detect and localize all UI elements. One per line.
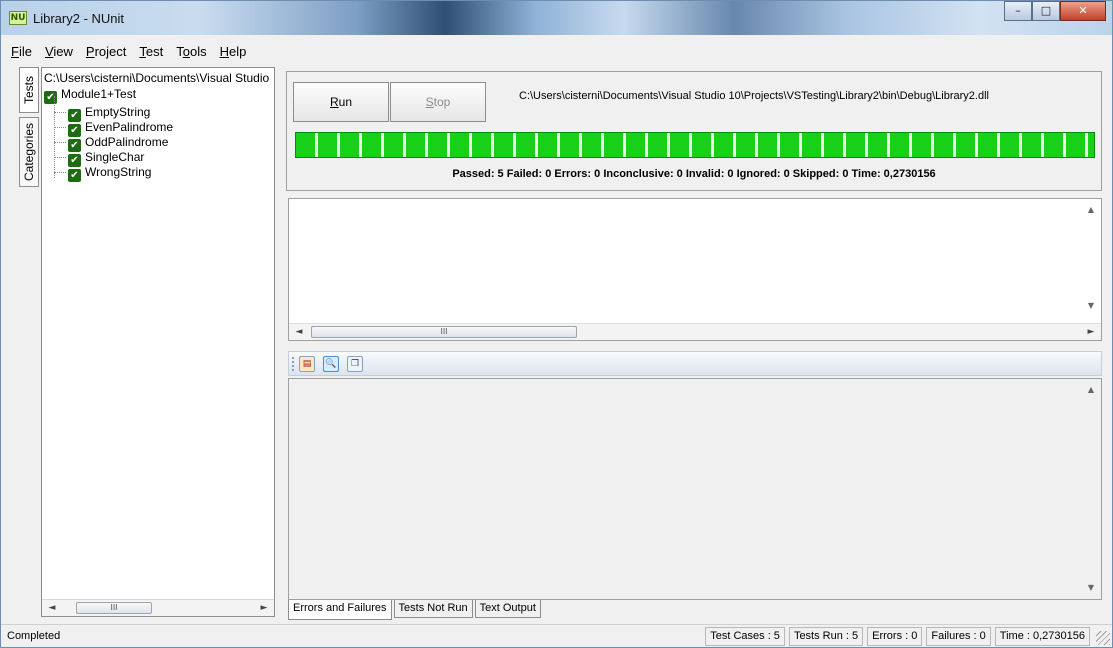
test-tree[interactable]: C:\Users\cisterni\Documents\Visual Studi…: [41, 67, 275, 617]
tab-categories[interactable]: Categories: [19, 117, 39, 187]
scroll-down-icon[interactable]: ▼: [1084, 301, 1098, 310]
tree-test-item[interactable]: ✔ OddPalindrome: [68, 135, 168, 152]
status-test-cases: Test Cases : 5: [705, 627, 785, 646]
nunit-window: NU Library2 - NUnit – □ ✕ File View Proj…: [0, 0, 1113, 648]
assembly-path: C:\Users\cisterni\Documents\Visual Studi…: [519, 90, 989, 102]
status-errors: Errors : 0: [867, 627, 923, 646]
menu-tools[interactable]: Tools: [170, 42, 213, 62]
check-icon: ✔: [68, 169, 81, 182]
progress-bar: [295, 132, 1095, 158]
copy-icon[interactable]: ❐: [347, 356, 363, 372]
tree-root[interactable]: C:\Users\cisterni\Documents\Visual Studi…: [44, 71, 269, 86]
scroll-left-icon[interactable]: ◄: [291, 325, 307, 339]
check-icon: ✔: [44, 91, 57, 104]
output-tabs: Errors and Failures Tests Not Run Text O…: [288, 600, 543, 620]
tree-test-item[interactable]: ✔ WrongString: [68, 165, 151, 182]
maximize-icon[interactable]: □: [1032, 1, 1060, 21]
status-text: Completed: [7, 630, 61, 642]
tree-horizontal-scrollbar[interactable]: ◄ III ►: [42, 599, 274, 616]
status-bar: Completed Test Cases : 5 Tests Run : 5 E…: [1, 624, 1112, 647]
window-controls: – □ ✕: [1004, 1, 1106, 23]
tree-test-item[interactable]: ✔ SingleChar: [68, 150, 144, 167]
tab-text-output[interactable]: Text Output: [474, 600, 541, 618]
tab-tests[interactable]: Tests: [19, 67, 39, 113]
nunit-app-icon: NU: [9, 11, 27, 25]
menu-project[interactable]: Project: [80, 42, 133, 62]
tree-connector: [54, 96, 55, 178]
scroll-up-icon[interactable]: ▲: [1084, 205, 1098, 214]
window-title: Library2 - NUnit: [33, 11, 125, 26]
stop-button[interactable]: Stop: [390, 82, 486, 122]
menu-test[interactable]: Test: [133, 42, 170, 62]
status-time: Time : 0,2730156: [994, 627, 1090, 646]
run-button[interactable]: Run: [293, 82, 389, 122]
tab-errors-and-failures[interactable]: Errors and Failures: [288, 600, 392, 620]
menu-view[interactable]: View: [39, 42, 80, 62]
status-tests-run: Tests Run : 5: [788, 627, 864, 646]
output-toolbar: ▤ 🔍 ❐: [288, 351, 1102, 376]
tree-fixture[interactable]: ✔ Module1+Test: [44, 87, 136, 104]
tab-tests-not-run[interactable]: Tests Not Run: [393, 600, 473, 618]
minimize-icon[interactable]: –: [1004, 1, 1032, 21]
status-failures: Failures : 0: [926, 627, 991, 646]
scroll-down-icon[interactable]: ▼: [1084, 583, 1098, 592]
status-panels: Test Cases : 5 Tests Run : 5 Errors : 0 …: [701, 627, 1090, 646]
zoom-icon[interactable]: 🔍: [323, 356, 339, 372]
errors-output-area[interactable]: ▲ ▼: [288, 378, 1102, 600]
results-summary: Passed: 5 Failed: 0 Errors: 0 Inconclusi…: [452, 168, 936, 180]
scroll-thumb[interactable]: III: [311, 326, 577, 338]
menu-file[interactable]: File: [5, 42, 39, 62]
scroll-thumb[interactable]: III: [76, 602, 152, 614]
menu-bar: File View Project Test Tools Help: [1, 42, 253, 62]
results-text-area[interactable]: ▲ ▼ ◄ III ►: [288, 198, 1102, 341]
scroll-right-icon[interactable]: ►: [1083, 325, 1099, 339]
menu-help[interactable]: Help: [214, 42, 254, 62]
title-bar[interactable]: NU Library2 - NUnit – □ ✕: [1, 1, 1112, 35]
tree-test-item[interactable]: ✔ EvenPalindrome: [68, 120, 173, 137]
close-icon[interactable]: ✕: [1060, 1, 1106, 21]
view-list-icon[interactable]: ▤: [299, 356, 315, 372]
results-horizontal-scrollbar[interactable]: ◄ III ►: [289, 323, 1101, 340]
scroll-left-icon[interactable]: ◄: [44, 601, 60, 615]
resize-grip-icon[interactable]: [1096, 631, 1110, 645]
tree-test-item[interactable]: ✔ EmptyString: [68, 105, 150, 122]
scroll-up-icon[interactable]: ▲: [1084, 385, 1098, 394]
toolbar-grip: [292, 357, 295, 371]
run-panel: Run Stop C:\Users\cisterni\Documents\Vis…: [286, 71, 1102, 191]
scroll-right-icon[interactable]: ►: [256, 601, 272, 615]
